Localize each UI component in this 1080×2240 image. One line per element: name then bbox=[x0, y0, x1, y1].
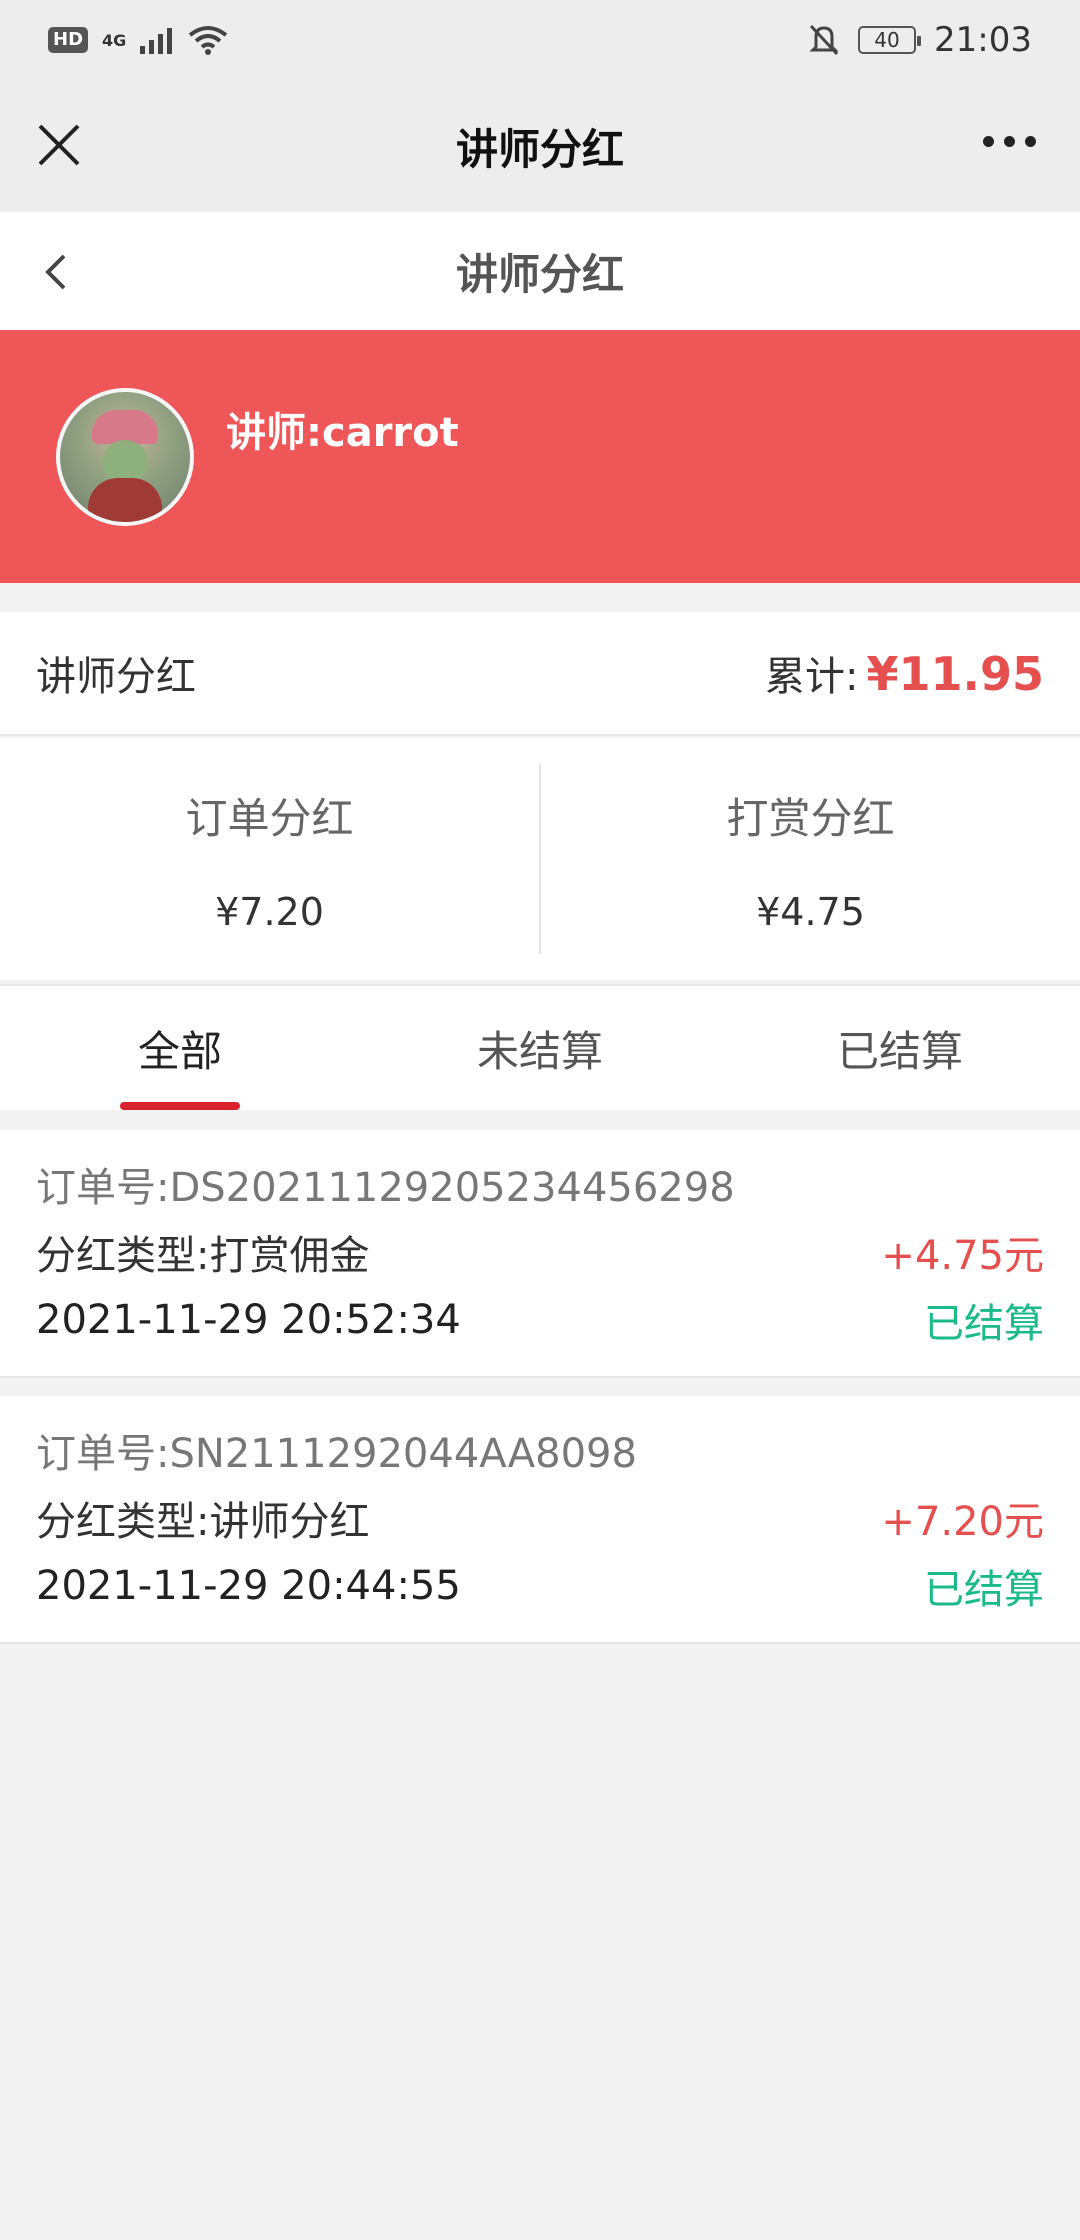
reward-dividend-value: ¥4.75 bbox=[756, 889, 865, 934]
record-order-line: 订单号:SN2111292044AA8098 bbox=[36, 1420, 1044, 1480]
reward-dividend-label: 打赏分红 bbox=[726, 793, 895, 843]
lecturer-banner: 讲师:carrot bbox=[0, 330, 1080, 583]
more-dot bbox=[983, 136, 994, 147]
order-dividend-value: ¥7.20 bbox=[215, 889, 324, 934]
dividend-split: 订单分红 ¥7.20 打赏分红 ¥4.75 bbox=[0, 738, 1080, 980]
bell-mute-icon bbox=[809, 24, 839, 56]
avatar bbox=[56, 388, 194, 526]
status-badge: 已结算 bbox=[924, 1567, 1044, 1613]
record-order-line: 订单号:DS20211129205234456298 bbox=[36, 1154, 1044, 1214]
order-number: 订单号:SN2111292044AA8098 bbox=[36, 1431, 637, 1477]
page-header: 讲师分红 bbox=[0, 212, 1080, 330]
more-dot bbox=[1025, 136, 1036, 147]
order-dividend-cell: 订单分红 ¥7.20 bbox=[0, 738, 539, 980]
summary-row: 讲师分红 累计: ¥11.95 bbox=[0, 612, 1080, 736]
tab-label: 全部 bbox=[137, 1026, 222, 1076]
dividend-type: 分红类型:打赏佣金 bbox=[36, 1233, 370, 1279]
list-item[interactable]: 订单号:DS20211129205234456298 分红类型:打赏佣金 +4.… bbox=[0, 1130, 1080, 1378]
avatar-body-shape bbox=[88, 478, 162, 522]
signal-icon bbox=[140, 28, 173, 54]
tab-label: 已结算 bbox=[836, 1026, 963, 1076]
status-left: HD 4G bbox=[48, 25, 228, 55]
status-badge: 已结算 bbox=[924, 1301, 1044, 1347]
back-icon[interactable] bbox=[38, 250, 78, 294]
dividend-amount: +4.75元 bbox=[881, 1233, 1044, 1279]
active-tab-indicator bbox=[120, 1102, 240, 1110]
clock: 21:03 bbox=[934, 20, 1032, 60]
record-type-line: 分红类型:讲师分红 +7.20元 bbox=[36, 1488, 1044, 1548]
status-bar: HD 4G 40 21:03 bbox=[0, 0, 1080, 80]
tab-all[interactable]: 全部 bbox=[0, 986, 360, 1110]
page-title: 讲师分红 bbox=[455, 249, 624, 299]
wechat-nav-bar: 讲师分红 bbox=[0, 80, 1080, 212]
filter-tabs: 全部 未结算 已结算 bbox=[0, 984, 1080, 1110]
reward-dividend-cell: 打赏分红 ¥4.75 bbox=[541, 738, 1080, 980]
wifi-icon bbox=[189, 26, 228, 55]
close-icon[interactable] bbox=[32, 118, 88, 174]
list-item[interactable]: 订单号:SN2111292044AA8098 分红类型:讲师分红 +7.20元 … bbox=[0, 1396, 1080, 1644]
order-number: 订单号:DS20211129205234456298 bbox=[36, 1165, 735, 1211]
summary-label: 讲师分红 bbox=[36, 654, 196, 700]
record-time-line: 2021-11-29 20:52:34 已结算 bbox=[36, 1290, 1044, 1350]
more-dot bbox=[1004, 136, 1015, 147]
avatar-hat-shape bbox=[92, 410, 158, 444]
order-dividend-label: 订单分红 bbox=[185, 793, 354, 843]
dividend-type: 分红类型:讲师分红 bbox=[36, 1499, 370, 1545]
record-time: 2021-11-29 20:52:34 bbox=[36, 1297, 461, 1343]
wechat-title: 讲师分红 bbox=[455, 124, 624, 174]
tab-label: 未结算 bbox=[476, 1026, 603, 1076]
more-icon[interactable] bbox=[983, 136, 1036, 147]
total-amount: ¥11.95 bbox=[866, 647, 1044, 701]
record-time-line: 2021-11-29 20:44:55 已结算 bbox=[36, 1556, 1044, 1616]
tab-settled[interactable]: 已结算 bbox=[720, 986, 1080, 1110]
total-label: 累计: bbox=[765, 654, 859, 700]
summary-total: 累计: ¥11.95 bbox=[765, 644, 1044, 702]
battery-level: 40 bbox=[874, 28, 900, 52]
hd-badge: HD bbox=[48, 27, 89, 53]
tab-unsettled[interactable]: 未结算 bbox=[360, 986, 720, 1110]
dividend-amount: +7.20元 bbox=[881, 1499, 1044, 1545]
battery-icon: 40 bbox=[858, 26, 922, 54]
record-time: 2021-11-29 20:44:55 bbox=[36, 1563, 461, 1609]
network-label: 4G bbox=[102, 30, 127, 50]
record-type-line: 分红类型:打赏佣金 +4.75元 bbox=[36, 1222, 1044, 1282]
status-right: 40 21:03 bbox=[808, 20, 1032, 60]
lecturer-name: 讲师:carrot bbox=[226, 410, 459, 456]
